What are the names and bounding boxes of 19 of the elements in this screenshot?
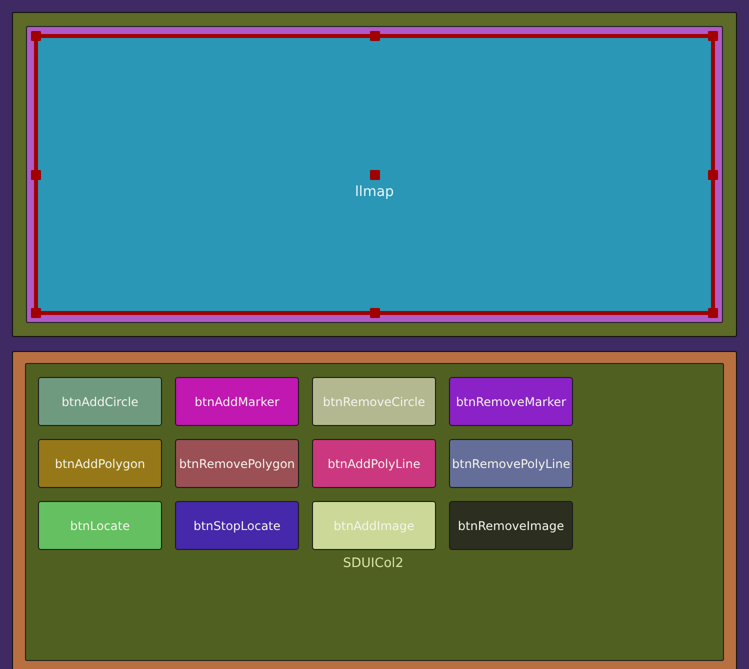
resize-handle[interactable] [708, 170, 718, 180]
panel-button[interactable]: btnAddPolyLine [312, 439, 436, 488]
panel-button[interactable]: btnAddMarker [175, 377, 299, 426]
panel-button[interactable]: btnRemovePolyLine [449, 439, 573, 488]
resize-handle[interactable] [708, 308, 718, 318]
resize-handle[interactable] [370, 31, 380, 41]
panel-button[interactable]: btnAddCircle [38, 377, 162, 426]
panel-label: SDUICol2 [343, 556, 404, 571]
resize-handle[interactable] [31, 170, 41, 180]
panel-button[interactable]: btnStopLocate [175, 501, 299, 550]
map-label: llmap [355, 184, 394, 200]
panel-button[interactable]: btnRemoveMarker [449, 377, 573, 426]
panel-button[interactable]: btnRemoveImage [449, 501, 573, 550]
panel-button[interactable]: btnRemovePolygon [175, 439, 299, 488]
resize-handle[interactable] [370, 308, 380, 318]
resize-handle[interactable] [31, 31, 41, 41]
resize-handle[interactable] [708, 31, 718, 41]
resize-handle[interactable] [31, 308, 41, 318]
panel-button[interactable]: btnAddPolygon [38, 439, 162, 488]
